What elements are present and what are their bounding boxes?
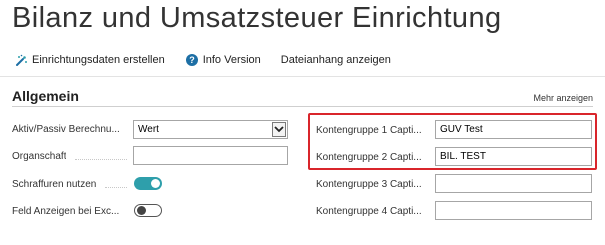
kontengruppe-2-input[interactable]: BIL. TEST (435, 147, 592, 166)
help-circle-icon: ? (185, 53, 199, 67)
create-setup-data-label: Einrichtungsdaten erstellen (32, 54, 165, 66)
field-label-aktiv-passiv: Aktiv/Passiv Berechnu... (12, 124, 120, 135)
info-version-label: Info Version (202, 54, 261, 66)
field-label-schraffuren: Schraffuren nutzen (12, 179, 97, 190)
field-label-feld-anzeigen: Feld Anzeigen bei Exc... (12, 206, 120, 217)
kontengruppe-2-value: BIL. TEST (440, 151, 486, 162)
schraffuren-toggle[interactable] (134, 177, 162, 190)
organschaft-input[interactable] (133, 146, 288, 165)
show-more-link[interactable]: Mehr anzeigen (533, 93, 593, 103)
field-label-kontengruppe-4: Kontengruppe 4 Capti... (316, 206, 422, 217)
field-label-kontengruppe-1: Kontengruppe 1 Capti... (316, 125, 422, 136)
show-attachment-button[interactable]: Dateianhang anzeigen (281, 54, 391, 66)
toggle-knob (137, 205, 146, 215)
kontengruppe-1-value: GUV Test (440, 124, 483, 135)
field-label-organschaft: Organschaft (12, 151, 67, 162)
aktiv-passiv-select[interactable]: Wert (133, 120, 288, 139)
field-label-kontengruppe-2: Kontengruppe 2 Capti... (316, 152, 422, 163)
show-attachment-label: Dateianhang anzeigen (280, 54, 391, 66)
chevron-down-icon[interactable] (272, 122, 286, 137)
dotted-leader (105, 187, 127, 188)
feld-anzeigen-toggle[interactable] (134, 204, 162, 217)
setup-wizard-icon (14, 53, 28, 67)
section-divider (12, 106, 593, 107)
action-bar: Einrichtungsdaten erstellen ? Info Versi… (14, 53, 411, 67)
field-label-kontengruppe-3: Kontengruppe 3 Capti... (316, 179, 422, 190)
info-version-button[interactable]: ? Info Version (185, 53, 261, 67)
section-title: Allgemein (12, 88, 79, 104)
kontengruppe-1-input[interactable]: GUV Test (435, 120, 592, 139)
dotted-leader (75, 159, 127, 160)
aktiv-passiv-value: Wert (138, 124, 159, 135)
create-setup-data-button[interactable]: Einrichtungsdaten erstellen (14, 53, 165, 67)
svg-text:?: ? (189, 55, 195, 65)
kontengruppe-3-input[interactable] (435, 174, 592, 193)
action-bar-divider (0, 76, 605, 77)
page-title: Bilanz und Umsatzsteuer Einrichtung (12, 2, 502, 34)
toggle-knob (151, 179, 160, 188)
kontengruppe-4-input[interactable] (435, 201, 592, 220)
